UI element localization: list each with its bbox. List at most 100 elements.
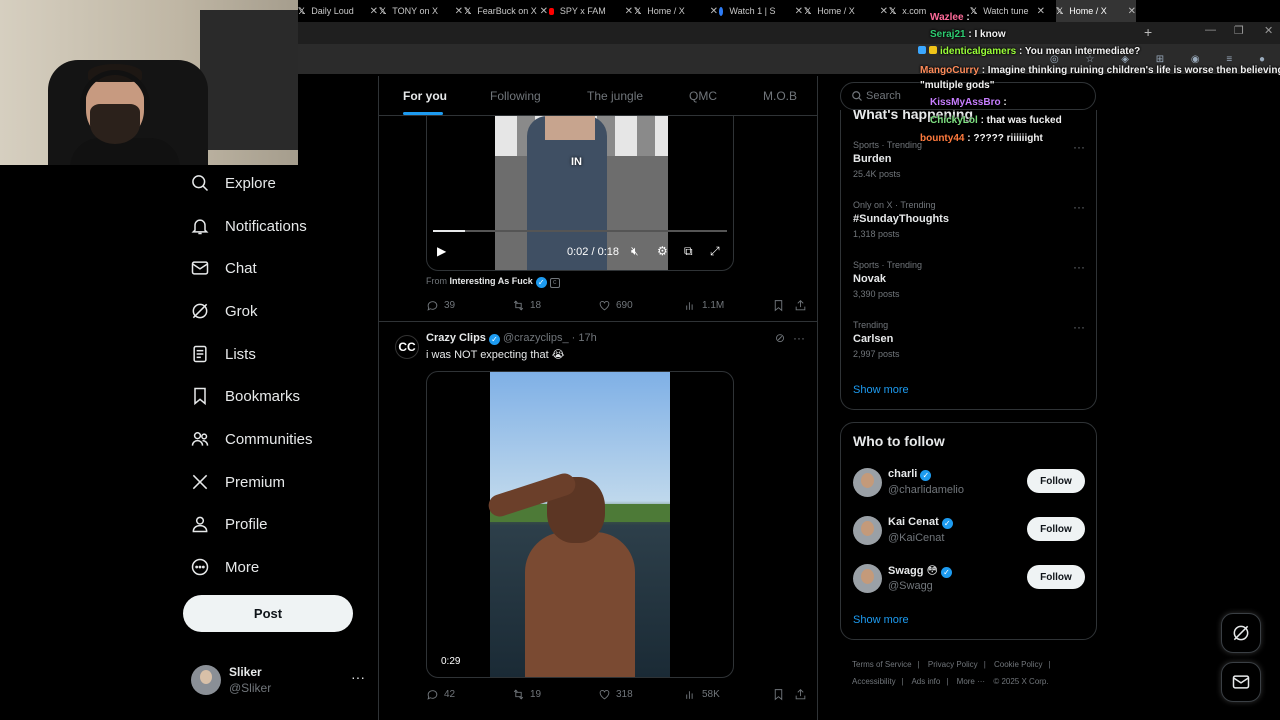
verified-icon: ✓ bbox=[535, 277, 547, 288]
nav-notifications[interactable]: Notifications bbox=[190, 211, 307, 241]
repost-button[interactable]: 18 bbox=[512, 299, 541, 312]
footer-more[interactable]: More ··· bbox=[957, 677, 985, 686]
grok-fab[interactable] bbox=[1221, 613, 1261, 653]
browser-tab-3[interactable]: 𝕏 FearBuck on X ✕ bbox=[464, 0, 548, 22]
browser-tab-4[interactable]: SPY x FAM ✕ bbox=[549, 0, 633, 22]
browser-tab-5[interactable]: 𝕏 Home / X ✕ bbox=[634, 0, 718, 22]
trend-item[interactable]: Trending Carlsen 2,997 posts ··· bbox=[853, 320, 1085, 372]
post-button[interactable]: Post bbox=[183, 595, 353, 632]
video-player[interactable]: IN ▶ 0:02 / 0:18 🔇︎ ⚙ ⧉ ⤢ bbox=[426, 116, 734, 271]
tab-the-jungle[interactable]: The jungle bbox=[587, 89, 643, 103]
more-icon[interactable]: ··· bbox=[351, 669, 365, 685]
more-circle-icon bbox=[190, 557, 210, 577]
repost-icon bbox=[513, 689, 524, 700]
follow-suggestion[interactable]: charli ✓ @charlidamelio Follow bbox=[853, 466, 1085, 502]
x-icon: 𝕏 bbox=[379, 5, 387, 16]
reply-button[interactable]: 42 bbox=[426, 688, 455, 701]
chat-message: ChickyLol : that was fucked bbox=[930, 115, 1062, 126]
share-button[interactable] bbox=[794, 688, 812, 701]
follow-button[interactable]: Follow bbox=[1027, 517, 1085, 541]
footer-privacy[interactable]: Privacy Policy bbox=[928, 660, 978, 669]
browser-tab-1[interactable]: 𝕏 Daily Loud ✕ bbox=[298, 0, 378, 22]
follow-button[interactable]: Follow bbox=[1027, 469, 1085, 493]
trend-item[interactable]: Sports · Trending Novak 3,390 posts ··· bbox=[853, 260, 1085, 312]
nav-profile[interactable]: Profile bbox=[190, 509, 268, 539]
close-icon[interactable]: ✕ bbox=[795, 6, 803, 17]
x-icon: 𝕏 bbox=[889, 5, 897, 16]
avatar bbox=[853, 468, 882, 497]
mail-icon bbox=[190, 258, 210, 278]
tab-qmc[interactable]: QMC bbox=[689, 89, 717, 103]
close-icon[interactable]: ✕ bbox=[455, 6, 463, 17]
like-button[interactable]: 318 bbox=[598, 688, 633, 701]
close-icon[interactable]: ✕ bbox=[540, 6, 548, 17]
nav-more[interactable]: More bbox=[190, 552, 259, 582]
bookmark-button[interactable] bbox=[772, 688, 790, 701]
nav-premium[interactable]: Premium bbox=[190, 467, 285, 497]
nav-bookmarks[interactable]: Bookmarks bbox=[190, 381, 300, 411]
share-button[interactable] bbox=[794, 299, 812, 312]
more-icon[interactable]: ··· bbox=[1073, 200, 1085, 214]
nav-grok[interactable]: Grok bbox=[190, 296, 258, 326]
tweet[interactable]: CC Crazy Clips ✓ @crazyclips_ · 17h i was… bbox=[379, 322, 817, 720]
account-switcher[interactable]: Sliker @Sliker ··· bbox=[191, 663, 366, 697]
tab-for-you[interactable]: For you bbox=[403, 89, 447, 103]
tab-following[interactable]: Following bbox=[490, 89, 541, 103]
video-progress-bar[interactable] bbox=[433, 230, 727, 232]
close-icon[interactable]: ✕ bbox=[370, 6, 378, 17]
follow-suggestion[interactable]: Kai Cenat ✓ @KaiCenat Follow bbox=[853, 514, 1085, 550]
verified-icon: ✓ bbox=[488, 334, 500, 345]
nav-lists[interactable]: Lists bbox=[190, 339, 256, 369]
close-icon[interactable]: ✕ bbox=[880, 6, 888, 17]
reply-icon bbox=[427, 301, 438, 311]
bookmark-button[interactable] bbox=[772, 299, 790, 312]
avatar bbox=[853, 516, 882, 545]
close-icon[interactable]: ✕ bbox=[710, 6, 718, 17]
browser-tab-2[interactable]: 𝕏 TONY on X ✕ bbox=[379, 0, 463, 22]
browser-tab-6[interactable]: Watch 1 | S ✕ bbox=[719, 0, 803, 22]
nav-chat[interactable]: Chat bbox=[190, 253, 257, 283]
reply-button[interactable]: 39 bbox=[426, 299, 455, 312]
repost-button[interactable]: 19 bbox=[512, 688, 541, 701]
verified-icon: ✓ bbox=[941, 518, 953, 529]
more-icon[interactable]: ··· bbox=[1073, 260, 1085, 274]
grok-icon[interactable]: ⊘ bbox=[775, 331, 785, 345]
like-button[interactable]: 690 bbox=[598, 299, 633, 312]
timeline[interactable]: For you Following The jungle QMC M.O.B I… bbox=[378, 76, 818, 720]
author-name[interactable]: Crazy Clips ✓ bbox=[426, 332, 500, 345]
close-icon[interactable]: ✕ bbox=[625, 6, 633, 17]
footer-ads-info[interactable]: Ads info bbox=[911, 677, 940, 686]
trend-item[interactable]: Only on X · Trending #SundayThoughts 1,3… bbox=[853, 200, 1085, 252]
more-icon[interactable]: ··· bbox=[793, 331, 805, 345]
footer-terms[interactable]: Terms of Service bbox=[852, 660, 912, 669]
footer-cookies[interactable]: Cookie Policy bbox=[994, 660, 1042, 669]
share-icon bbox=[795, 688, 806, 700]
show-more-link[interactable]: Show more bbox=[853, 614, 909, 626]
x-icon: 𝕏 bbox=[464, 5, 472, 16]
views-button[interactable]: 58K bbox=[684, 688, 720, 701]
bookmark-icon bbox=[774, 300, 783, 312]
avatar[interactable]: CC bbox=[395, 335, 419, 359]
browser-tab-7[interactable]: 𝕏 Home / X ✕ bbox=[804, 0, 888, 22]
source-link[interactable]: Interesting As Fuck bbox=[450, 276, 533, 286]
video-time: 0:02 / 0:18 bbox=[567, 246, 619, 258]
fullscreen-icon[interactable]: ⤢ bbox=[710, 244, 720, 259]
play-icon[interactable]: ▶ bbox=[437, 244, 446, 258]
settings-icon[interactable]: ⚙ bbox=[657, 244, 668, 258]
author-handle[interactable]: @crazyclips_ · 17h bbox=[503, 332, 597, 344]
affiliate-badge-icon: c bbox=[549, 278, 560, 288]
pip-icon[interactable]: ⧉ bbox=[684, 244, 693, 259]
follow-suggestion[interactable]: Swagg 😳 ✓ @Swagg Follow bbox=[853, 562, 1085, 598]
views-button[interactable]: 1.1M bbox=[684, 299, 724, 312]
tab-mob[interactable]: M.O.B bbox=[763, 89, 797, 103]
video-player[interactable]: 0:29 bbox=[426, 371, 734, 678]
footer-accessibility[interactable]: Accessibility bbox=[852, 677, 896, 686]
account-handle: @Sliker bbox=[229, 681, 272, 695]
messages-fab[interactable] bbox=[1221, 662, 1261, 702]
follow-button[interactable]: Follow bbox=[1027, 565, 1085, 589]
nav-explore[interactable]: Explore bbox=[190, 168, 276, 198]
more-icon[interactable]: ··· bbox=[1073, 320, 1085, 334]
show-more-link[interactable]: Show more bbox=[853, 384, 909, 396]
nav-communities[interactable]: Communities bbox=[190, 424, 313, 454]
mute-icon[interactable]: 🔇︎ bbox=[631, 244, 639, 259]
